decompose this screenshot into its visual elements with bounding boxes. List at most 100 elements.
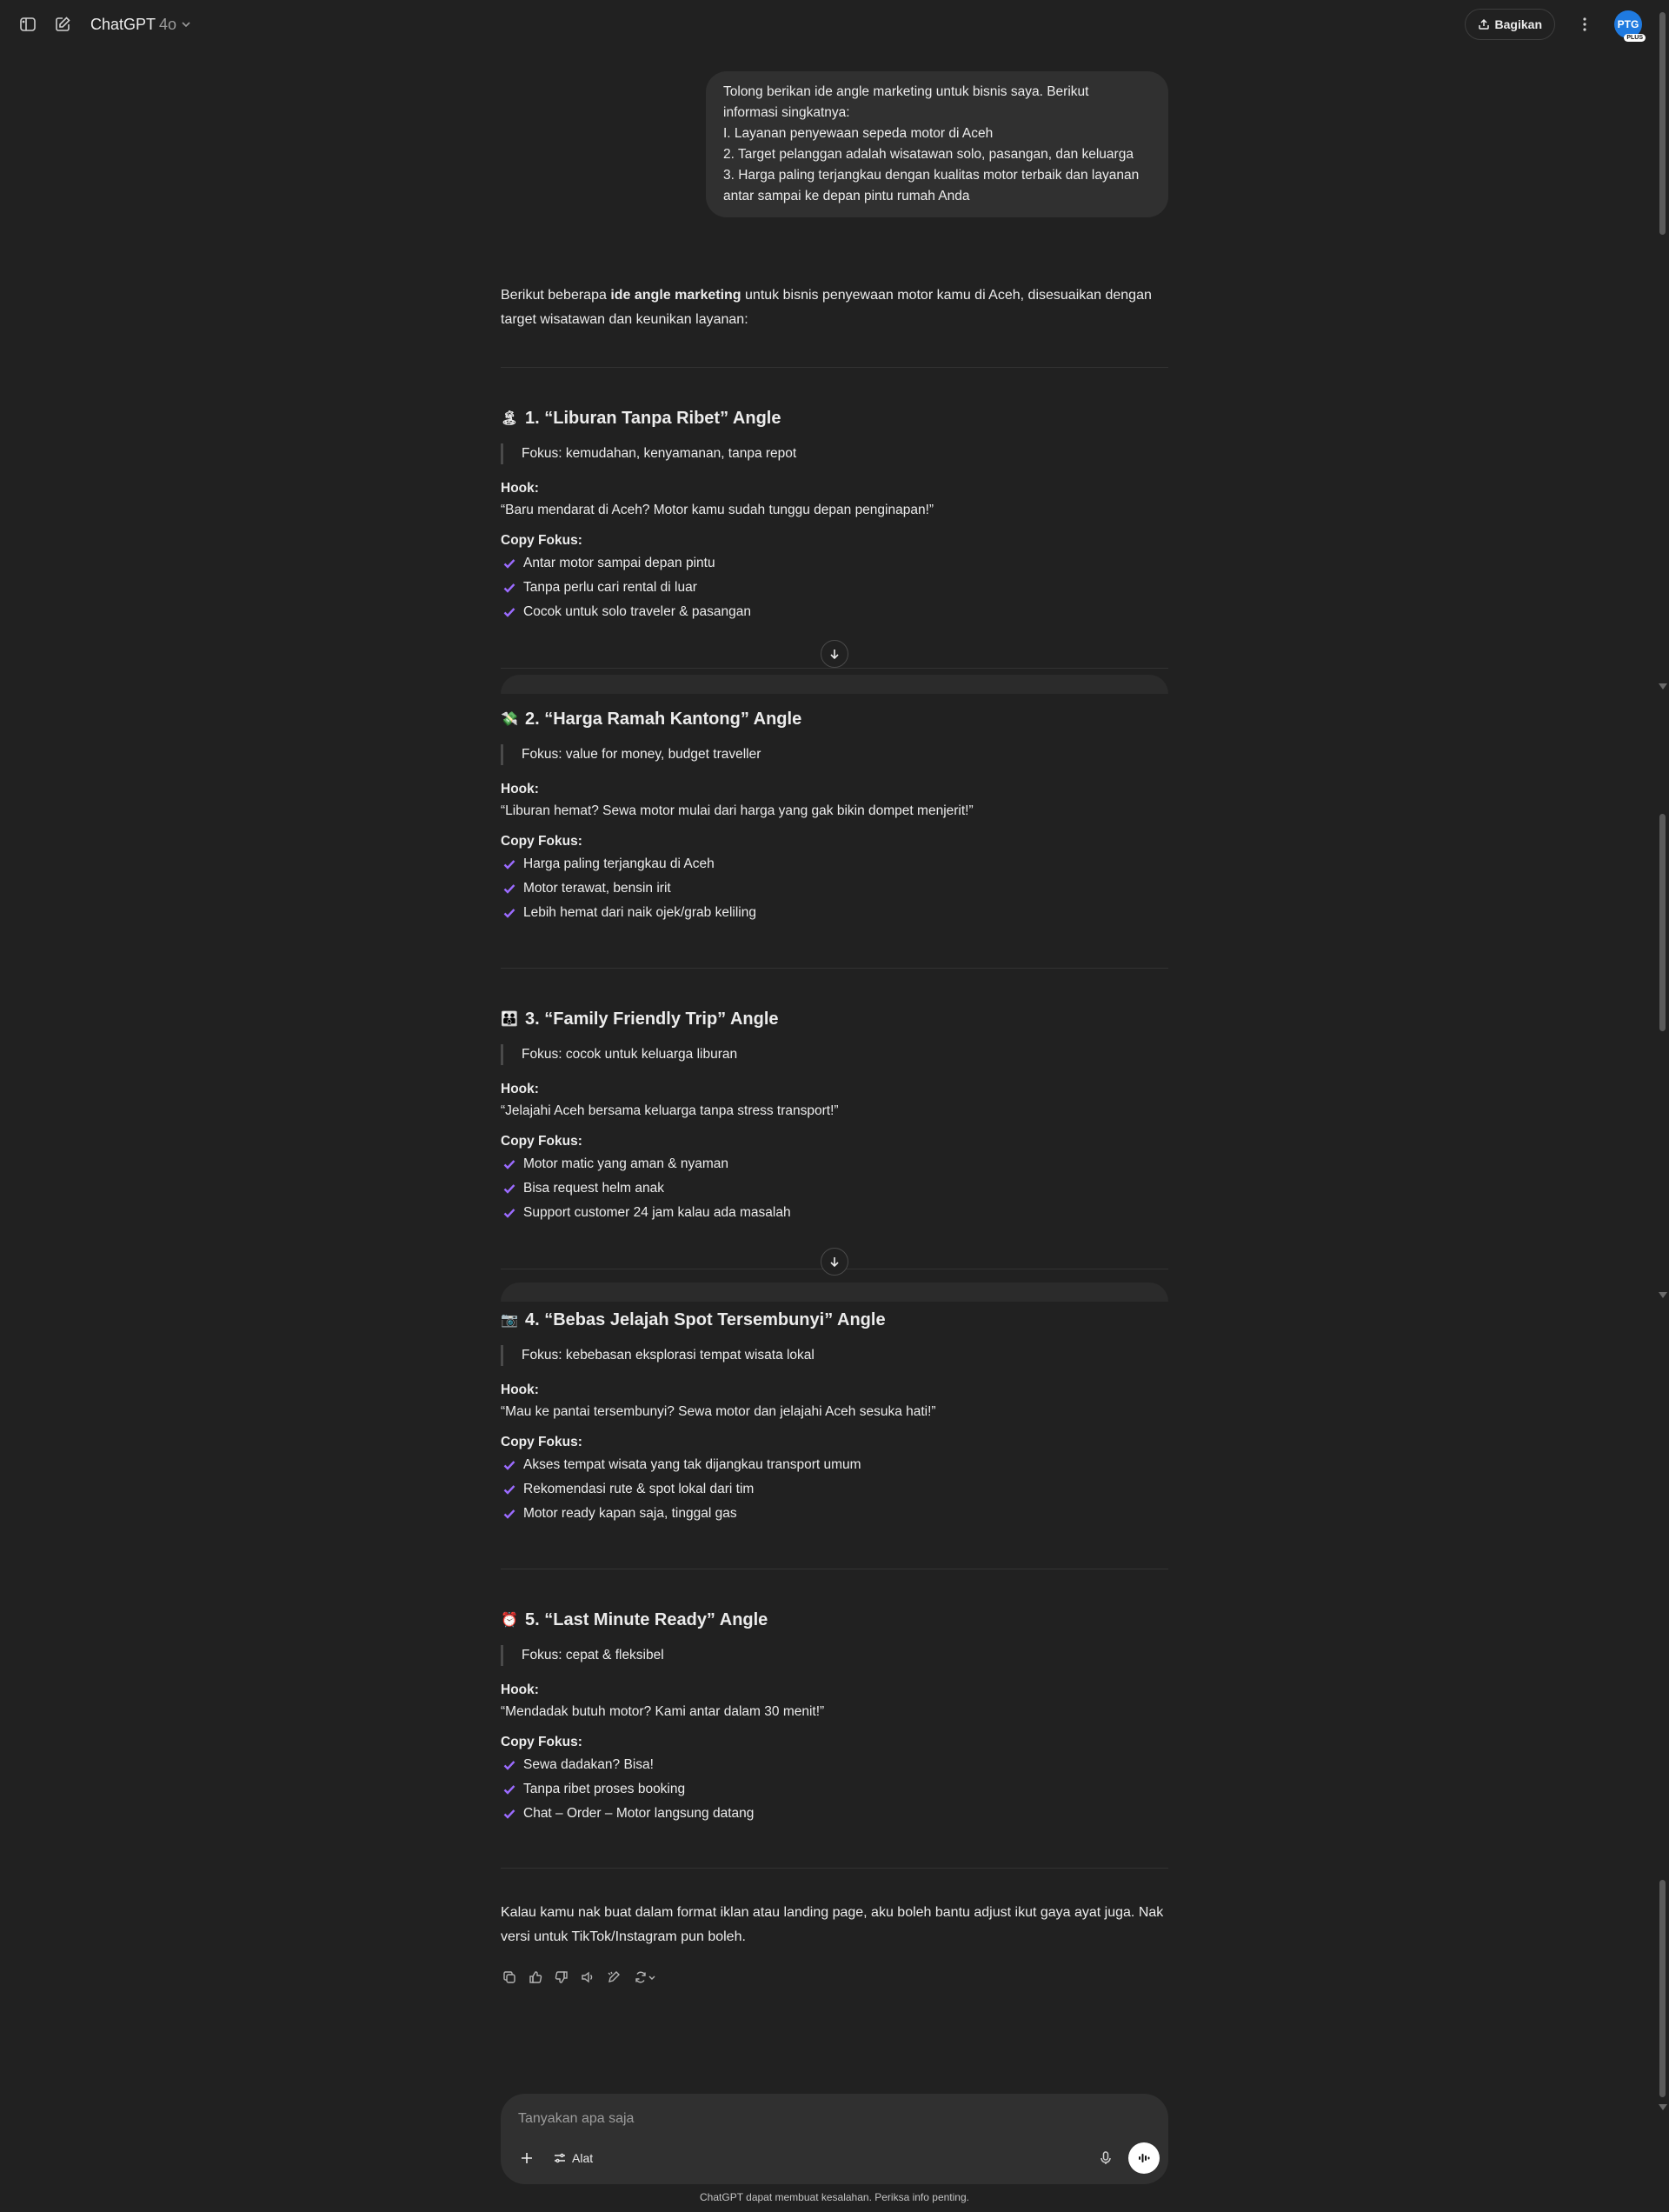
regenerate-icon[interactable] — [629, 1967, 661, 1988]
hook-label: Hook: — [501, 782, 539, 796]
section-title: 4. “Bebas Jelajah Spot Tersembunyi” Angl… — [525, 1309, 886, 1329]
scrollbar[interactable] — [1656, 0, 1669, 2212]
copy-point: Antar motor sampai depan pintu — [523, 556, 715, 570]
assistant-outro: Kalau kamu nak buat dalam format iklan a… — [501, 1905, 1164, 1944]
copy-points-list: Akses tempat wisata yang tak dijangkau t… — [501, 1453, 1168, 1526]
copy-point: Bisa request helm anak — [523, 1181, 664, 1196]
disclaimer: ChatGPT dapat membuat kesalahan. Periksa… — [700, 2191, 969, 2203]
arrow-down-icon — [830, 650, 839, 660]
microphone-icon[interactable] — [1092, 2144, 1120, 2172]
angle-section: ⏰ 5. “Last Minute Ready” Angle Fokus: cepa… — [501, 1607, 1168, 1826]
copy-label: Copy Fokus: — [501, 1735, 582, 1749]
divider — [501, 1868, 1168, 1869]
list-item: Rekomendasi rute & spot lokal dari tim — [501, 1477, 1168, 1502]
copy-point: Sewa dadakan? Bisa! — [523, 1757, 654, 1772]
checkmark-icon — [501, 904, 518, 922]
checkmark-icon — [501, 1781, 518, 1798]
divider — [501, 668, 1168, 669]
user-message-line: informasi singkatnya: — [723, 105, 850, 120]
tools-button[interactable]: Alat — [546, 2144, 600, 2172]
scroll-arrow-icon[interactable] — [1659, 1292, 1667, 1298]
hook-label: Hook: — [501, 481, 539, 496]
divider — [501, 968, 1168, 969]
list-item: Motor ready kapan saja, tinggal gas — [501, 1502, 1168, 1526]
checkmark-icon — [501, 603, 518, 621]
section-title: 2. “Harga Ramah Kantong” Angle — [525, 709, 802, 729]
copy-point: Motor matic yang aman & nyaman — [523, 1156, 729, 1171]
copy-icon[interactable] — [499, 1967, 520, 1988]
list-item: Harga paling terjangkau di Aceh — [501, 852, 1168, 876]
section-title: 3. “Family Friendly Trip” Angle — [525, 1009, 779, 1029]
avatar[interactable]: PTG PLUS — [1614, 10, 1646, 42]
copy-point: Tanpa perlu cari rental di luar — [523, 580, 697, 595]
copy-points-list: Antar motor sampai depan pintu Tanpa perl… — [501, 551, 1168, 624]
checkmark-icon — [501, 1204, 518, 1222]
add-attachment-icon[interactable] — [513, 2144, 541, 2172]
share-button[interactable]: Bagikan — [1464, 9, 1555, 40]
copy-point: Tanpa ribet proses booking — [523, 1782, 686, 1796]
divider — [501, 367, 1168, 368]
checkmark-icon — [501, 1456, 518, 1474]
model-version: 4o — [159, 15, 177, 33]
focus-quote: Fokus: kebebasan eksplorasi tempat wisat… — [501, 1345, 1168, 1366]
read-aloud-icon[interactable] — [577, 1967, 598, 1988]
checkmark-icon — [501, 1505, 518, 1522]
angle-section: 🏝 1. “Liburan Tanpa Ribet” Angle Fokus: ke… — [501, 405, 1168, 624]
hook-label: Hook: — [501, 1382, 539, 1397]
copy-label: Copy Fokus: — [501, 834, 582, 849]
sliders-icon — [555, 2153, 565, 2163]
scrollbar-thumb-3[interactable] — [1659, 1880, 1666, 2097]
scrollbar-thumb-2[interactable] — [1659, 814, 1666, 1031]
scroll-down-button[interactable] — [821, 640, 848, 668]
copy-label: Copy Fokus: — [501, 1134, 582, 1149]
copy-label: Copy Fokus: — [501, 533, 582, 548]
sidebar-toggle-icon[interactable] — [14, 10, 42, 38]
waveform-icon — [1139, 2154, 1150, 2162]
thumbs-down-icon[interactable] — [551, 1967, 572, 1988]
checkmark-icon — [501, 579, 518, 596]
thumbs-up-icon[interactable] — [525, 1967, 546, 1988]
section-emoji-icon: ⏰ — [501, 1613, 518, 1628]
edit-canvas-icon[interactable] — [603, 1967, 624, 1988]
share-icon — [1478, 18, 1489, 30]
checkmark-icon — [501, 1156, 518, 1173]
section-title-row: 📷 4. “Bebas Jelajah Spot Tersembunyi” Ang… — [501, 1307, 1168, 1333]
copy-points-list: Motor matic yang aman & nyaman Bisa reque… — [501, 1152, 1168, 1225]
message-actions — [499, 1967, 661, 1988]
checkmark-icon — [501, 555, 518, 572]
hook-text: “Mendadak butuh motor? Kami antar dalam … — [501, 1704, 825, 1719]
list-item: Cocok untuk solo traveler & pasangan — [501, 600, 1168, 624]
scrollbar-thumb-1[interactable] — [1659, 12, 1666, 235]
voice-mode-button[interactable] — [1128, 2142, 1160, 2174]
scroll-arrow-icon[interactable] — [1659, 683, 1667, 690]
prompt-input[interactable] — [518, 2111, 1144, 2127]
copy-point: Cocok untuk solo traveler & pasangan — [523, 604, 751, 619]
hook-text: “Jelajahi Aceh bersama keluarga tanpa st… — [501, 1103, 839, 1118]
model-selector[interactable]: ChatGPT 4o — [90, 16, 192, 34]
scroll-arrow-icon[interactable] — [1659, 2104, 1667, 2110]
list-item: Lebih hemat dari naik ojek/grab keliling — [501, 901, 1168, 925]
message-fade-edge — [501, 1283, 1168, 1302]
hook-text: “Liburan hemat? Sewa motor mulai dari ha… — [501, 803, 974, 818]
user-message-bubble: Tolong berikan ide angle marketing untuk… — [706, 71, 1168, 217]
list-item: Chat – Order – Motor langsung datang — [501, 1802, 1168, 1826]
checkmark-icon — [501, 1805, 518, 1822]
scroll-down-button[interactable] — [821, 1248, 848, 1276]
checkmark-icon — [501, 1180, 518, 1197]
copy-point: Rekomendasi rute & spot lokal dari tim — [523, 1482, 755, 1496]
list-item: Support customer 24 jam kalau ada masala… — [501, 1201, 1168, 1225]
section-title-row: 💸 2. “Harga Ramah Kantong” Angle — [501, 706, 1168, 732]
list-item: Motor terawat, bensin irit — [501, 876, 1168, 901]
list-item: Bisa request helm anak — [501, 1176, 1168, 1201]
copy-point: Chat – Order – Motor langsung datang — [523, 1806, 755, 1821]
more-options-icon[interactable] — [1571, 10, 1599, 38]
plan-badge: PLUS — [1624, 34, 1646, 42]
chevron-down-icon — [648, 1975, 655, 1980]
section-emoji-icon: 👪 — [501, 1012, 518, 1027]
list-item: Akses tempat wisata yang tak dijangkau t… — [501, 1453, 1168, 1477]
angle-section: 💸 2. “Harga Ramah Kantong” Angle Fokus: va… — [501, 706, 1168, 925]
new-chat-icon[interactable] — [49, 10, 76, 38]
top-bar: ChatGPT 4o Bagikan PTG PLUS — [0, 0, 1656, 49]
section-emoji-icon: 🏝 — [500, 411, 519, 426]
copy-points-list: Harga paling terjangkau di Aceh Motor ter… — [501, 852, 1168, 925]
